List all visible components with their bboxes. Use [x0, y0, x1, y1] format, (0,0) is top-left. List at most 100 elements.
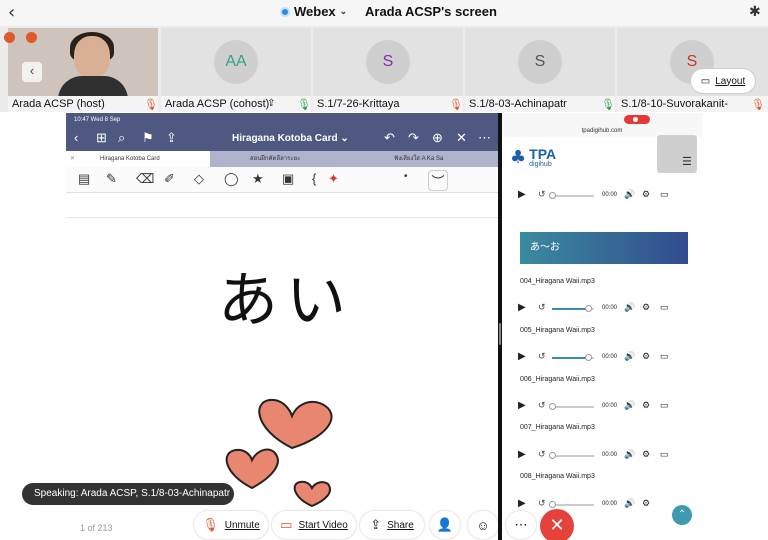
cast-icon[interactable]: ▭: [660, 449, 669, 460]
participant-strip: ‹ Arada ACSP (host) 🎙 AA Arada ACSP (coh…: [0, 26, 768, 112]
seek-knob[interactable]: [549, 192, 556, 199]
layout-button[interactable]: ▭ Layout: [690, 68, 756, 94]
replay-icon[interactable]: ↺: [538, 302, 546, 313]
line-style-icon[interactable]: ︶: [428, 170, 448, 191]
unmute-button[interactable]: 🎙 Unmute: [194, 511, 268, 539]
seek-fill: [552, 308, 588, 310]
app-switcher[interactable]: Webex ⌄: [280, 4, 347, 19]
back-icon[interactable]: ‹: [74, 130, 78, 145]
gear-icon[interactable]: ⚙: [642, 498, 650, 509]
close-icon[interactable]: ✕: [456, 130, 467, 146]
split-view-handle[interactable]: [499, 323, 501, 345]
volume-icon[interactable]: 🔊: [624, 351, 635, 362]
tab-hiragana-kotoba-card[interactable]: ✕ Hiragana Kotoba Card: [66, 151, 210, 167]
cast-icon[interactable]: ▭: [660, 351, 669, 362]
text-icon[interactable]: {: [312, 171, 316, 186]
chevron-down-icon: ⌄: [339, 6, 348, 16]
grid-view-icon[interactable]: ⊞: [96, 130, 107, 146]
mic-active-icon: 🎙: [601, 99, 615, 111]
search-icon[interactable]: ⌕: [118, 130, 125, 146]
bookmark-icon[interactable]: ⚑: [142, 130, 154, 146]
logo-text-group: TPA digihub: [529, 147, 556, 169]
gear-icon[interactable]: ⚙: [642, 351, 650, 362]
mic-muted-icon: 🎙: [751, 99, 765, 111]
tab-close-icon[interactable]: ✕: [70, 151, 75, 167]
participant-face: [74, 36, 110, 78]
audio-player: ▶ ↺ 00:00 🔊 ⚙ ▭: [512, 301, 692, 317]
audio-seek-bar[interactable]: [549, 192, 594, 199]
pen-icon[interactable]: ✎: [106, 171, 117, 187]
sticker-icon[interactable]: ★: [252, 171, 264, 187]
tab-a-ka-sa[interactable]: ฟังเสียงใส A Ka Sa: [354, 151, 498, 167]
document-title[interactable]: Hiragana Kotoba Card ⌄: [232, 133, 349, 144]
replay-icon[interactable]: ↺: [538, 400, 546, 411]
leave-meeting-button[interactable]: ✕: [540, 509, 574, 540]
participant-tile-krittaya[interactable]: S: [313, 28, 463, 96]
image-icon[interactable]: ▣: [282, 171, 294, 187]
play-icon[interactable]: ▶: [518, 351, 526, 362]
cast-icon[interactable]: ▭: [660, 400, 669, 411]
tpa-digihub-logo[interactable]: ♣ TPA digihub: [510, 147, 556, 169]
back-chevron-icon[interactable]: ‹: [8, 2, 15, 23]
seek-knob[interactable]: [585, 305, 592, 312]
more-icon[interactable]: ⋯: [478, 130, 491, 146]
seek-knob[interactable]: [549, 452, 556, 459]
participants-button[interactable]: 👤: [430, 511, 460, 539]
audio-seek-bar[interactable]: [549, 452, 594, 459]
tab-thai-practice[interactable]: สอนฝึกคัดลีลาระยะ: [210, 151, 354, 167]
replay-icon[interactable]: ↺: [538, 498, 546, 509]
undo-icon[interactable]: ↶: [384, 130, 395, 146]
gear-icon[interactable]: ⚙: [642, 400, 650, 411]
replay-icon[interactable]: ↺: [538, 189, 546, 200]
gear-icon[interactable]: ⚙: [642, 449, 650, 460]
reader-icon[interactable]: ▤: [78, 171, 90, 187]
eraser-icon[interactable]: ⌫: [136, 171, 154, 187]
share-button[interactable]: ⇪ Share: [360, 511, 424, 539]
play-icon[interactable]: ▶: [518, 302, 526, 313]
audio-seek-bar[interactable]: [549, 501, 594, 508]
shapes-icon[interactable]: ◇: [194, 171, 204, 187]
app-name: Webex: [294, 4, 336, 19]
avatar: S: [518, 40, 562, 84]
volume-icon[interactable]: 🔊: [624, 400, 635, 411]
reactions-icon: ☺: [476, 517, 490, 533]
more-options-button[interactable]: ⋯: [506, 511, 536, 539]
seek-knob[interactable]: [549, 501, 556, 508]
seek-knob[interactable]: [549, 403, 556, 410]
replay-icon[interactable]: ↺: [538, 449, 546, 460]
hamburger-menu-icon[interactable]: ☰: [682, 155, 692, 168]
participant-tile-cohost[interactable]: AA: [161, 28, 311, 96]
gear-icon[interactable]: ⚙: [642, 189, 650, 200]
audio-seek-bar[interactable]: [549, 403, 594, 410]
lasso-icon[interactable]: ◯: [224, 171, 239, 187]
seek-knob[interactable]: [585, 354, 592, 361]
gear-icon[interactable]: ⚙: [642, 302, 650, 313]
replay-icon[interactable]: ↺: [538, 351, 546, 362]
redo-icon[interactable]: ↷: [408, 130, 419, 146]
highlighter-icon[interactable]: ✐: [164, 171, 175, 187]
play-icon[interactable]: ▶: [518, 449, 526, 460]
audio-seek-bar[interactable]: [552, 354, 594, 361]
share-icon[interactable]: ⇪: [166, 130, 177, 146]
reactions-button[interactable]: ☺: [468, 511, 498, 539]
start-video-button[interactable]: ▭ Start Video: [272, 511, 356, 539]
volume-icon[interactable]: 🔊: [624, 189, 635, 200]
volume-icon[interactable]: 🔊: [624, 302, 635, 313]
laser-pointer-icon[interactable]: ✦: [328, 171, 339, 187]
participant-tile-achinapatr[interactable]: S: [465, 28, 615, 96]
play-icon[interactable]: ▶: [518, 498, 526, 509]
cast-icon[interactable]: ▭: [660, 189, 669, 200]
audio-seek-bar[interactable]: [552, 305, 594, 312]
cast-icon[interactable]: ▭: [660, 302, 669, 313]
scroll-to-top-button[interactable]: ⌃: [672, 505, 692, 525]
volume-icon[interactable]: 🔊: [624, 449, 635, 460]
heart-medium: [225, 448, 279, 490]
strip-scroll-left-button[interactable]: ‹: [22, 62, 42, 82]
pen-size-dot-icon[interactable]: •: [404, 171, 408, 182]
volume-icon[interactable]: 🔊: [624, 498, 635, 509]
add-page-icon[interactable]: ⊕: [432, 130, 443, 146]
drawing-tools: ▤ ✎ ⌫ ✐ ◇ ◯ ★ ▣ { ✦ • ︶: [66, 167, 498, 193]
play-icon[interactable]: ▶: [518, 189, 526, 200]
play-icon[interactable]: ▶: [518, 400, 526, 411]
browser-status-bar: [502, 113, 702, 125]
